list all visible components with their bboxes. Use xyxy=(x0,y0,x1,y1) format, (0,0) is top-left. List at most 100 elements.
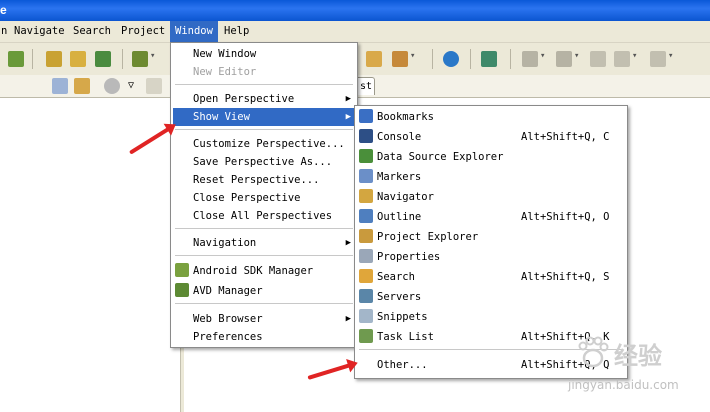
search-icon xyxy=(359,269,373,283)
window-menu: New Window New Editor Open Perspective ▶ … xyxy=(170,42,358,348)
servers-icon xyxy=(359,289,373,303)
view-item-markers[interactable]: Markers xyxy=(357,168,625,186)
view-menu-icon[interactable]: ▽ xyxy=(128,78,144,94)
view-item-properties[interactable]: Properties xyxy=(357,248,625,266)
view-item-label: Console xyxy=(377,131,422,143)
menu-separator xyxy=(175,255,353,256)
project-explorer-icon xyxy=(359,229,373,243)
view-item-data-source-explorer[interactable]: Data Source Explorer xyxy=(357,148,625,166)
console-icon xyxy=(359,129,373,143)
window-title: e xyxy=(0,3,7,17)
view-item-label: Outline xyxy=(377,211,422,223)
new-class-icon[interactable] xyxy=(95,51,111,67)
menu-item-label: Reset Perspective... xyxy=(193,174,320,186)
watermark-url: jingyan.baidu.com xyxy=(568,378,679,392)
view-item-label: Search xyxy=(377,271,415,283)
debug-icon[interactable] xyxy=(132,51,155,67)
outline-icon xyxy=(359,209,373,223)
menu-item-label: AVD Manager xyxy=(193,285,263,297)
menu-item-reset-perspective[interactable]: Reset Perspective... xyxy=(173,171,355,189)
menu-item-close-all-perspectives[interactable]: Close All Perspectives xyxy=(173,207,355,225)
submenu-arrow-icon: ▶ xyxy=(345,314,351,324)
view-item-outline[interactable]: Outline Alt+Shift+Q, O xyxy=(357,208,625,226)
menu-item-save-perspective[interactable]: Save Perspective As... xyxy=(173,153,355,171)
menu-item-preferences[interactable]: Preferences xyxy=(173,328,355,346)
view-item-label: Project Explorer xyxy=(377,231,479,243)
menu-project[interactable]: Project xyxy=(116,21,170,42)
menu-item-label: Web Browser xyxy=(193,313,263,325)
menu-item-avd-manager[interactable]: AVD Manager xyxy=(173,282,355,300)
menu-item-label: Customize Perspective... xyxy=(193,138,345,150)
last-edit-icon[interactable] xyxy=(590,51,606,67)
view-item-servers[interactable]: Servers xyxy=(357,288,625,306)
view-item-label: Bookmarks xyxy=(377,111,434,123)
view-item-label: Data Source Explorer xyxy=(377,151,504,163)
menu-item-navigation[interactable]: Navigation ▶ xyxy=(173,234,355,252)
view-item-snippets[interactable]: Snippets xyxy=(357,308,625,326)
menu-item-web-browser[interactable]: Web Browser ▶ xyxy=(173,310,355,328)
watermark: 经验 jingyan.baidu.com xyxy=(560,330,710,412)
junit-icon[interactable] xyxy=(70,51,86,67)
link-with-editor-icon[interactable] xyxy=(74,78,90,94)
package-explorer-area xyxy=(0,98,180,412)
view-item-shortcut: Alt+Shift+Q, C xyxy=(521,131,610,143)
navigator-icon xyxy=(359,189,373,203)
menu-item-label: Preferences xyxy=(193,331,263,343)
minimize-icon[interactable] xyxy=(146,78,162,94)
view-item-bookmarks[interactable]: Bookmarks xyxy=(357,108,625,126)
toolbar-separator xyxy=(122,49,123,69)
menu-bar: n Navigate Search Project Window Help xyxy=(0,21,710,43)
submenu-arrow-icon: ▶ xyxy=(345,238,351,248)
next-annotation-icon[interactable] xyxy=(522,51,545,67)
menu-item-show-view[interactable]: Show View ▶ xyxy=(173,108,355,126)
menu-navigate[interactable]: Navigate xyxy=(9,21,70,42)
title-bar: e xyxy=(0,0,710,21)
filter-icon[interactable] xyxy=(104,78,120,94)
back-icon[interactable] xyxy=(614,51,637,67)
view-item-label: Servers xyxy=(377,291,422,303)
submenu-arrow-icon: ▶ xyxy=(345,112,351,122)
menu-item-new-editor: New Editor xyxy=(173,63,355,81)
menu-help[interactable]: Help xyxy=(219,21,254,42)
view-item-search[interactable]: Search Alt+Shift+Q, S xyxy=(357,268,625,286)
avd-device-icon xyxy=(175,283,189,297)
menu-search[interactable]: Search xyxy=(68,21,116,42)
run-external-icon[interactable] xyxy=(392,51,415,67)
perspective-icon[interactable] xyxy=(481,51,497,67)
view-item-console[interactable]: Console Alt+Shift+Q, C xyxy=(357,128,625,146)
collapse-all-icon[interactable] xyxy=(52,78,68,94)
menu-item-new-window[interactable]: New Window xyxy=(173,45,355,63)
toolbar-separator xyxy=(32,49,33,69)
task-list-icon xyxy=(359,329,373,343)
menu-item-label: Save Perspective As... xyxy=(193,156,333,168)
markers-icon xyxy=(359,169,373,183)
menu-item-customize-perspective[interactable]: Customize Perspective... xyxy=(173,135,355,153)
android-sdk-icon xyxy=(175,263,189,277)
menu-item-open-perspective[interactable]: Open Perspective ▶ xyxy=(173,90,355,108)
view-item-navigator[interactable]: Navigator xyxy=(357,188,625,206)
menu-separator xyxy=(175,228,353,229)
forward-icon[interactable] xyxy=(650,51,673,67)
menu-item-android-sdk-manager[interactable]: Android SDK Manager xyxy=(173,262,355,280)
open-folder-icon[interactable] xyxy=(366,51,382,67)
view-item-label: Navigator xyxy=(377,191,434,203)
previous-annotation-icon[interactable] xyxy=(556,51,579,67)
watermark-logo-text: 经验 xyxy=(614,342,662,370)
view-item-shortcut: Alt+Shift+Q, O xyxy=(521,211,610,223)
menu-separator xyxy=(175,84,353,85)
view-tab[interactable]: st xyxy=(355,77,375,95)
menu-item-label: Close Perspective xyxy=(193,192,301,204)
view-item-label: Other... xyxy=(377,359,428,371)
menu-item-label: Open Perspective xyxy=(193,93,295,105)
globe-icon[interactable] xyxy=(443,51,459,67)
view-item-label: Properties xyxy=(377,251,441,263)
menu-window[interactable]: Window xyxy=(170,21,218,42)
snippets-icon xyxy=(359,309,373,323)
bookmarks-icon xyxy=(359,109,373,123)
new-package-icon[interactable] xyxy=(46,51,62,67)
menu-separator xyxy=(175,129,353,130)
view-item-project-explorer[interactable]: Project Explorer xyxy=(357,228,625,246)
android-icon[interactable] xyxy=(8,51,24,67)
menu-item-close-perspective[interactable]: Close Perspective xyxy=(173,189,355,207)
submenu-arrow-icon: ▶ xyxy=(345,94,351,104)
